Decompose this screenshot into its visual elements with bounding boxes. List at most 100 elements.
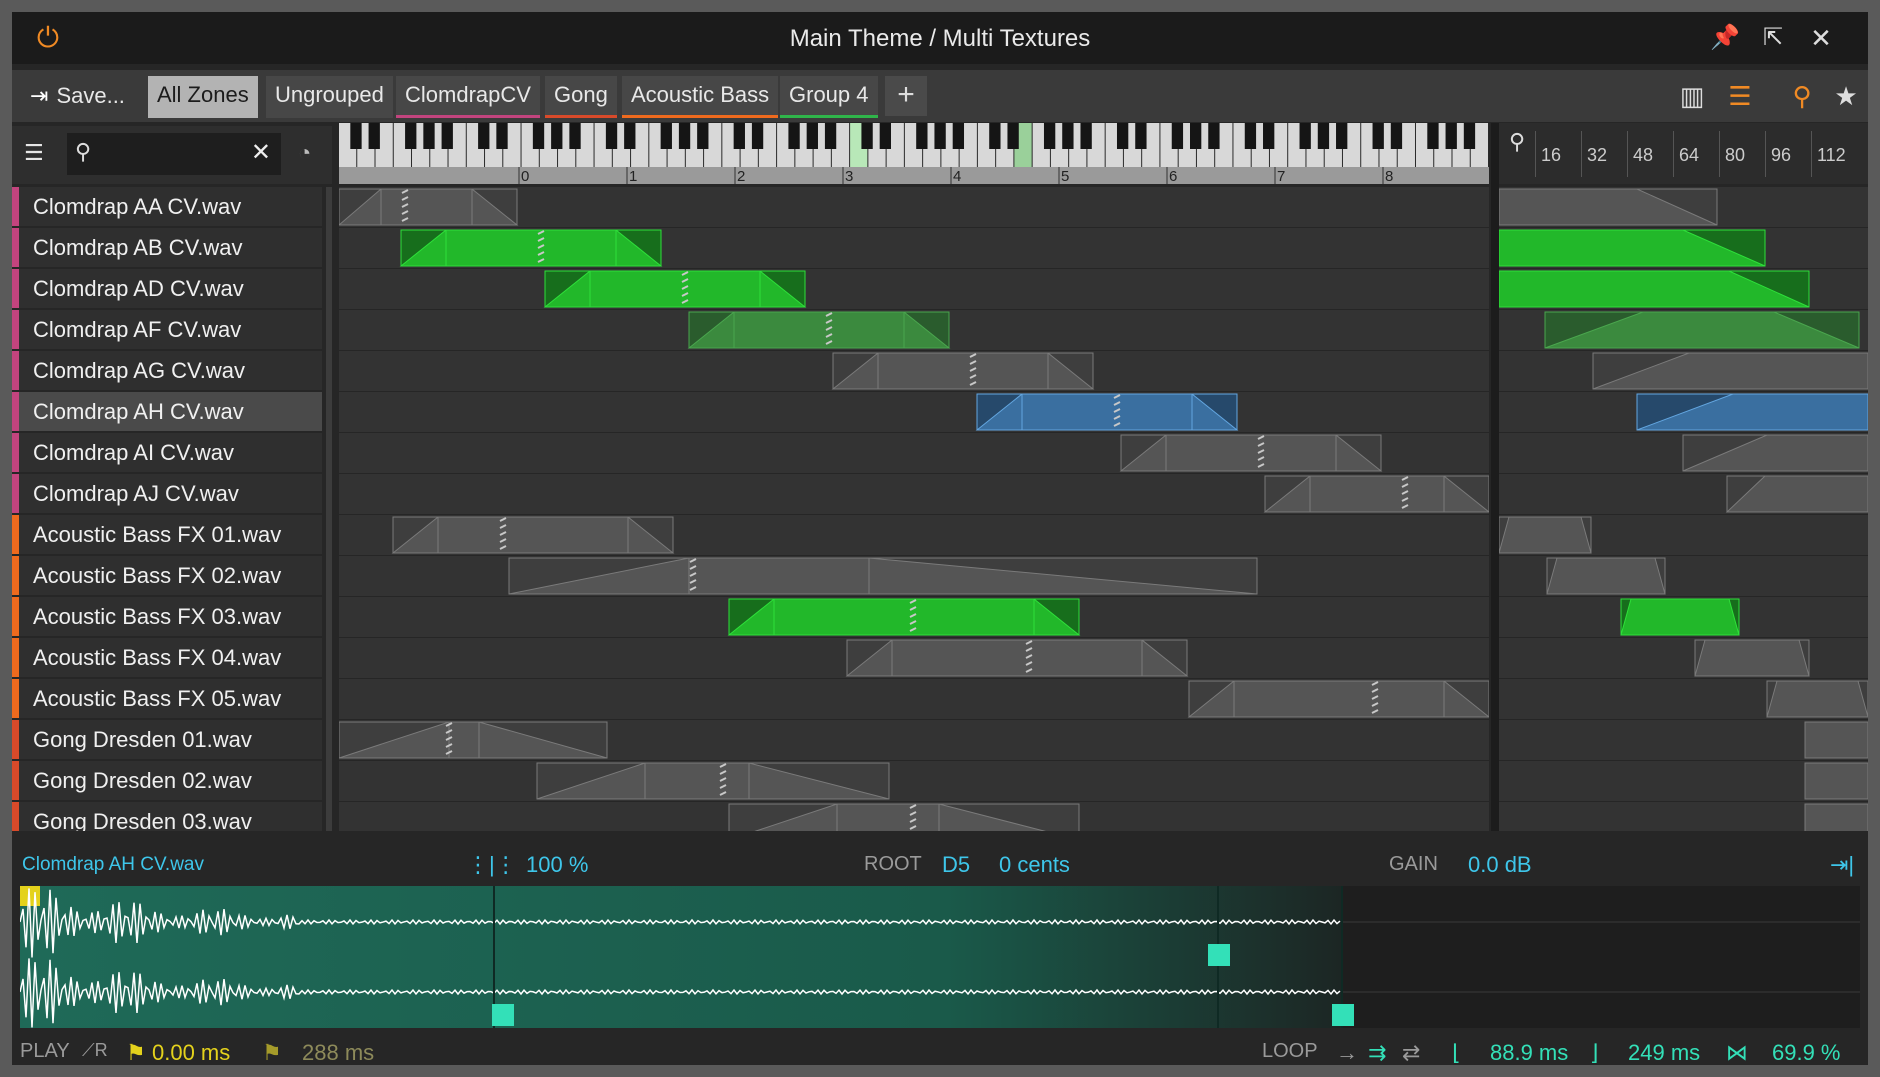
loop-end-handle[interactable] <box>1332 1004 1354 1026</box>
zone-list-item[interactable]: Clomdrap AH CV.wav <box>12 392 322 431</box>
play-end-value[interactable]: 288 ms <box>302 1040 374 1066</box>
black-key[interactable] <box>1062 123 1074 149</box>
black-key[interactable] <box>1244 123 1257 149</box>
black-key[interactable] <box>532 123 545 149</box>
zone-list-item[interactable]: Clomdrap AJ CV.wav <box>12 474 322 513</box>
black-key[interactable] <box>1390 123 1403 149</box>
black-key[interactable] <box>934 123 946 149</box>
zone-map[interactable] <box>339 187 1489 831</box>
keyboard[interactable]: 0 1 2 3 4 5 6 7 8 <box>339 123 1489 184</box>
zone-block[interactable] <box>399 229 663 267</box>
black-key[interactable] <box>660 123 672 149</box>
reverse-icon[interactable]: ⟋R <box>82 1040 108 1061</box>
velocity-block[interactable] <box>1682 434 1868 472</box>
zone-list-item[interactable]: Gong Dresden 02.wav <box>12 761 322 800</box>
loop-length-value[interactable]: 249 ms <box>1628 1040 1700 1066</box>
loop-forward-icon[interactable]: ⇉ <box>1368 1040 1386 1066</box>
zone-block[interactable] <box>687 311 951 349</box>
velocity-block[interactable] <box>1804 721 1868 759</box>
velocity-zone-grid[interactable] <box>1499 187 1868 831</box>
zone-block[interactable] <box>391 516 675 554</box>
velocity-block[interactable] <box>1725 475 1868 513</box>
black-key[interactable] <box>1336 123 1348 149</box>
gain-value[interactable]: 0.0 dB <box>1468 852 1532 878</box>
favorite-icon[interactable]: ★ <box>1826 76 1866 116</box>
velocity-pin-icon[interactable]: ⚲ <box>1509 129 1525 155</box>
zone-list-item[interactable]: Gong Dresden 01.wav <box>12 720 322 759</box>
velocity-block[interactable] <box>1544 311 1860 349</box>
black-key[interactable] <box>678 123 691 149</box>
velocity-block[interactable] <box>1592 352 1868 390</box>
zone-block[interactable] <box>831 352 1095 390</box>
black-key[interactable] <box>1190 123 1202 149</box>
zone-list-item[interactable]: Acoustic Bass FX 04.wav <box>12 638 322 677</box>
grid-view-icon[interactable]: ▥ <box>1672 76 1712 116</box>
zone-list-item[interactable]: Clomdrap AA CV.wav <box>12 187 322 226</box>
velocity-ruler[interactable]: ⚲ 16 32 48 64 80 96 112 <box>1499 123 1868 184</box>
add-group-button[interactable]: + <box>885 76 927 116</box>
zone-list-item[interactable]: Clomdrap AG CV.wav <box>12 351 322 390</box>
zone-block[interactable] <box>728 803 1080 831</box>
black-key[interactable] <box>1116 123 1129 149</box>
black-key[interactable] <box>1445 123 1457 149</box>
black-key[interactable] <box>824 123 837 149</box>
save-button[interactable]: ⇥ Save... <box>22 76 133 116</box>
zone-list-item[interactable]: Acoustic Bass FX 03.wav <box>12 597 322 636</box>
black-key[interactable] <box>551 123 563 149</box>
close-icon[interactable]: ✕ <box>1806 23 1836 53</box>
velocity-map[interactable] <box>1499 187 1868 831</box>
velocity-block[interactable] <box>1636 393 1868 431</box>
black-key[interactable] <box>861 123 873 149</box>
black-key[interactable] <box>879 123 891 149</box>
panel-divider[interactable] <box>1491 123 1499 831</box>
velocity-block[interactable] <box>1620 598 1740 636</box>
black-key[interactable] <box>1135 123 1147 149</box>
tempo-icon[interactable]: ◔ <box>298 140 311 166</box>
zone-block[interactable] <box>508 557 1258 595</box>
black-key[interactable] <box>1463 123 1476 149</box>
black-key[interactable] <box>788 123 800 149</box>
black-key[interactable] <box>989 123 1001 149</box>
zone-list-item[interactable]: Acoustic Bass FX 05.wav <box>12 679 322 718</box>
zone-block[interactable] <box>1263 475 1489 513</box>
black-key[interactable] <box>1317 123 1330 149</box>
zone-map-icon[interactable]: ☰ <box>1720 76 1760 116</box>
popout-icon[interactable]: ⇱ <box>1758 23 1788 53</box>
tab-group-4[interactable]: Group 4 <box>780 76 878 118</box>
loop-off-icon[interactable]: → <box>1336 1040 1358 1066</box>
zone-block[interactable] <box>727 598 1081 636</box>
black-key[interactable] <box>478 123 490 149</box>
zone-block[interactable] <box>975 393 1239 431</box>
black-key[interactable] <box>1043 123 1056 149</box>
black-key[interactable] <box>1007 123 1019 149</box>
zone-block[interactable] <box>1187 680 1489 718</box>
tab-ungrouped[interactable]: Ungrouped <box>266 76 393 118</box>
velocity-block[interactable] <box>1694 639 1810 677</box>
zone-list-item[interactable]: Acoustic Bass FX 01.wav <box>12 515 322 554</box>
black-key[interactable] <box>1171 123 1184 149</box>
velocity-block[interactable] <box>1499 516 1592 554</box>
zone-block[interactable] <box>543 270 807 308</box>
velocity-block[interactable] <box>1499 188 1718 226</box>
black-key[interactable] <box>1427 123 1439 149</box>
black-key[interactable] <box>751 123 764 149</box>
black-key[interactable] <box>569 123 581 149</box>
zone-block[interactable] <box>845 639 1189 677</box>
black-key[interactable] <box>1299 123 1311 149</box>
list-view-icon[interactable]: ☰ <box>24 140 44 166</box>
clear-search-icon[interactable]: ✕ <box>251 138 271 167</box>
black-key[interactable] <box>733 123 745 149</box>
velocity-block[interactable] <box>1804 762 1868 800</box>
tab-all-zones[interactable]: All Zones <box>148 76 258 118</box>
zone-list-item[interactable]: Gong Dresden 03.wav <box>12 802 322 831</box>
black-key[interactable] <box>423 123 435 149</box>
black-key[interactable] <box>624 123 636 149</box>
waveform[interactable] <box>20 886 1860 1028</box>
piano-keyboard[interactable]: 0 1 2 3 4 5 6 7 8 <box>339 123 1489 184</box>
zone-list-item[interactable]: Acoustic Bass FX 02.wav <box>12 556 322 595</box>
velocity-block[interactable] <box>1766 680 1868 718</box>
tab-acoustic-bass[interactable]: Acoustic Bass <box>622 76 779 118</box>
black-key[interactable] <box>350 123 362 149</box>
loop-start-value[interactable]: 88.9 ms <box>1490 1040 1568 1066</box>
zone-block[interactable] <box>1119 434 1383 472</box>
